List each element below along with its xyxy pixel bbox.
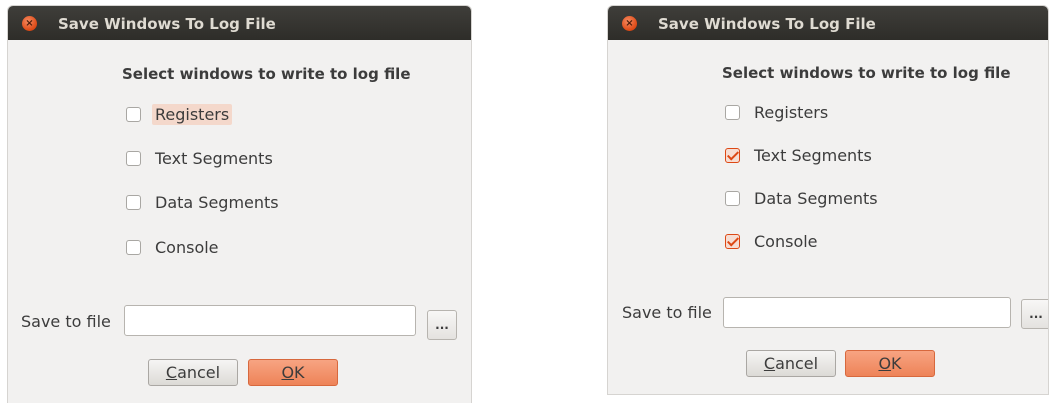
option-data-segments[interactable]: Data Segments: [126, 192, 282, 213]
registers-label: Registers: [754, 103, 829, 122]
dialog-title: Save Windows To Log File: [58, 15, 276, 33]
save-to-file-label: Save to file: [21, 312, 111, 331]
option-console[interactable]: Console: [126, 237, 222, 258]
data-segments-label: Data Segments: [155, 193, 279, 212]
ok-mnemonic: O: [281, 363, 295, 382]
cancel-mnemonic: C: [165, 363, 178, 382]
option-text-segments[interactable]: Text Segments: [725, 145, 875, 166]
browse-button[interactable]: ...: [427, 310, 457, 340]
cancel-button[interactable]: Cancel: [148, 359, 238, 386]
data-segments-checkbox[interactable]: [725, 191, 740, 206]
select-windows-heading: Select windows to write to log file: [722, 64, 1011, 82]
registers-checkbox[interactable]: [126, 107, 141, 122]
save-to-file-input[interactable]: [723, 297, 1011, 328]
option-console[interactable]: Console: [725, 231, 821, 252]
cancel-button[interactable]: Cancel: [746, 350, 836, 377]
console-checkbox[interactable]: [126, 240, 141, 255]
save-to-file-input[interactable]: [124, 305, 416, 336]
text-segments-checkbox[interactable]: [725, 148, 740, 163]
option-data-segments[interactable]: Data Segments: [725, 188, 881, 209]
cancel-label: ancel: [177, 363, 221, 382]
option-registers[interactable]: Registers: [725, 102, 831, 123]
save-to-file-label: Save to file: [622, 303, 712, 322]
browse-button[interactable]: ...: [1021, 299, 1048, 329]
option-registers[interactable]: Registers: [126, 104, 233, 125]
text-segments-label: Text Segments: [754, 146, 872, 165]
option-text-segments[interactable]: Text Segments: [126, 148, 276, 169]
ok-mnemonic: O: [878, 354, 892, 373]
data-segments-label: Data Segments: [754, 189, 878, 208]
registers-label: Registers: [152, 104, 233, 125]
dialog-title: Save Windows To Log File: [658, 15, 876, 33]
console-checkbox[interactable]: [725, 234, 740, 249]
ok-label: K: [294, 363, 305, 382]
text-segments-label: Text Segments: [155, 149, 273, 168]
title-bar: × Save Windows To Log File: [8, 6, 471, 40]
cancel-label: ancel: [775, 354, 819, 373]
console-label: Console: [754, 232, 818, 251]
ok-button[interactable]: OK: [845, 350, 935, 377]
console-label: Console: [155, 238, 219, 257]
title-bar: × Save Windows To Log File: [608, 6, 1048, 40]
save-log-dialog-right: × Save Windows To Log File Select window…: [608, 6, 1048, 394]
cancel-mnemonic: C: [763, 354, 776, 373]
ok-label: K: [891, 354, 902, 373]
ok-button[interactable]: OK: [248, 359, 338, 386]
text-segments-checkbox[interactable]: [126, 151, 141, 166]
close-icon[interactable]: ×: [22, 16, 37, 31]
select-windows-heading: Select windows to write to log file: [122, 65, 411, 83]
close-icon[interactable]: ×: [622, 16, 637, 31]
data-segments-checkbox[interactable]: [126, 195, 141, 210]
save-log-dialog-left: × Save Windows To Log File Select window…: [8, 6, 471, 403]
registers-checkbox[interactable]: [725, 105, 740, 120]
